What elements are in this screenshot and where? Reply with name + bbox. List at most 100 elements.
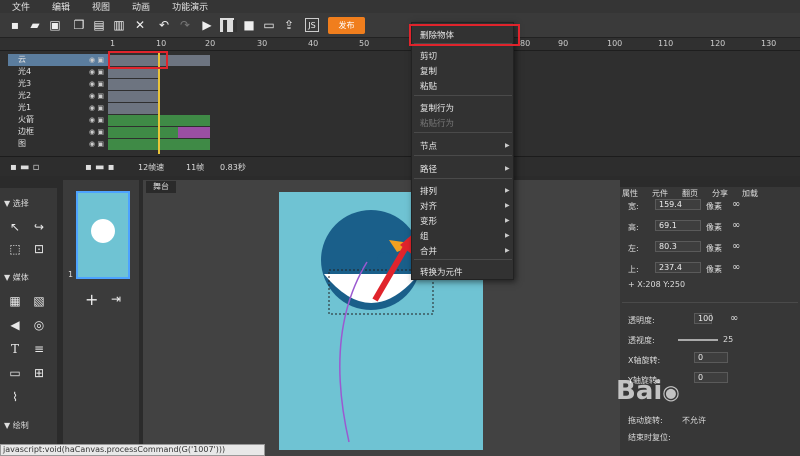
export-icon[interactable]: ⇪ xyxy=(282,18,296,32)
publish-button[interactable]: 发布 xyxy=(328,17,365,34)
eye-icon[interactable]: ◉ ▣ xyxy=(89,90,104,102)
menu-item-arrange[interactable]: 排列 xyxy=(420,185,437,197)
menu-separator xyxy=(414,95,512,96)
y-rotation-field[interactable]: 0 xyxy=(694,372,728,383)
stop-icon[interactable]: ■ xyxy=(242,18,256,32)
tab-load[interactable]: 加载 xyxy=(742,188,758,201)
menu-view[interactable]: 视图 xyxy=(92,0,110,13)
layer-row[interactable]: 云 ◉ ▣ xyxy=(8,54,108,66)
eye-icon[interactable]: ◉ ▣ xyxy=(89,78,104,90)
transform-tool-icon[interactable]: ⬚ xyxy=(8,242,22,256)
layer-row[interactable]: 光1 ◉ ▣ xyxy=(8,102,108,114)
paste-icon[interactable]: ▥ xyxy=(112,18,126,32)
eye-icon[interactable]: ◉ ▣ xyxy=(89,54,104,66)
menu-file[interactable]: 文件 xyxy=(12,0,30,13)
pause-icon[interactable]: ❚❚ xyxy=(220,18,240,32)
play-icon[interactable]: ▶ xyxy=(200,18,214,32)
layer-row[interactable]: 图 ◉ ▣ xyxy=(8,138,108,150)
eye-icon[interactable]: ◉ ▣ xyxy=(89,138,104,150)
layer-name: 火箭 xyxy=(18,115,34,124)
shape-tool-icon[interactable]: ▦ xyxy=(8,294,22,308)
cut-icon[interactable]: ▤ xyxy=(92,18,106,32)
current-frame: 11帧 xyxy=(186,163,205,172)
submenu-arrow-icon: ▶ xyxy=(505,247,510,254)
layer-row[interactable]: 边框 ◉ ▣ xyxy=(8,126,108,138)
preview-icon[interactable]: ▭ xyxy=(262,18,276,32)
add-page-icon[interactable]: + xyxy=(85,290,98,309)
open-icon[interactable]: ▰ xyxy=(28,18,42,32)
opacity-field[interactable]: 100 xyxy=(694,313,713,324)
stage-tab[interactable]: 舞台 xyxy=(146,181,176,193)
code-tool-icon[interactable]: ⊞ xyxy=(32,366,46,380)
link-icon[interactable]: ∞ xyxy=(732,220,740,231)
menu-edit[interactable]: 编辑 xyxy=(52,0,70,13)
image-tool-icon[interactable]: ▧ xyxy=(32,294,46,308)
menu-demo[interactable]: 功能演示 xyxy=(172,0,208,13)
layer-row[interactable]: 火箭 ◉ ▣ xyxy=(8,114,108,126)
frame-tools-icon[interactable]: ▪ ▬ ▪ xyxy=(85,162,114,173)
audio-tool-icon[interactable]: ◀ xyxy=(8,318,22,332)
page-thumbnail[interactable] xyxy=(76,191,130,279)
eye-icon[interactable]: ◉ ▣ xyxy=(89,126,104,138)
x-rotation-field[interactable]: 0 xyxy=(694,352,728,363)
x-rotation-label: X轴旋转: xyxy=(628,356,661,365)
layer-row[interactable]: 光3 ◉ ▣ xyxy=(8,78,108,90)
import-page-icon[interactable]: ⇥ xyxy=(111,292,121,306)
track-frames[interactable] xyxy=(108,79,160,90)
height-field[interactable]: 69.1 xyxy=(655,220,701,231)
eye-icon[interactable]: ◉ ▣ xyxy=(89,66,104,78)
link-icon[interactable]: ∞ xyxy=(732,262,740,273)
redo-icon[interactable]: ↷ xyxy=(178,18,192,32)
menu-item-align[interactable]: 对齐 xyxy=(420,200,437,212)
js-icon[interactable]: JS xyxy=(305,18,319,32)
menu-item-convert-to-symbol[interactable]: 转换为元件 xyxy=(420,266,463,278)
width-field[interactable]: 159.4 xyxy=(655,199,701,210)
track-frames[interactable] xyxy=(108,91,160,102)
link-icon[interactable]: ∞ xyxy=(732,199,740,210)
eye-icon[interactable]: ◉ ▣ xyxy=(89,114,104,126)
chart-tool-icon[interactable]: ⌇ xyxy=(8,390,22,404)
link-icon[interactable]: ∞ xyxy=(730,313,738,324)
height-unit: 像素 xyxy=(706,223,722,232)
text-tool-icon[interactable]: T xyxy=(8,342,22,356)
node-tool-icon[interactable]: ↪ xyxy=(32,220,46,234)
layer-row[interactable]: 光2 ◉ ▣ xyxy=(8,90,108,102)
menu-item-paste-behavior[interactable]: 粘贴行为 xyxy=(420,117,454,129)
link-icon[interactable]: ∞ xyxy=(732,241,740,252)
copy-icon[interactable]: ❐ xyxy=(72,18,86,32)
menu-item-transform[interactable]: 变形 xyxy=(420,215,437,227)
paragraph-tool-icon[interactable]: ≡ xyxy=(32,342,46,356)
track-frames[interactable] xyxy=(108,127,178,138)
undo-icon[interactable]: ↶ xyxy=(157,18,171,32)
new-file-icon[interactable]: ▪ xyxy=(8,18,22,32)
left-field[interactable]: 80.3 xyxy=(655,241,701,252)
delete-icon[interactable]: ✕ xyxy=(133,18,147,32)
tab-properties[interactable]: 属性 xyxy=(622,188,638,201)
menu-item-copy[interactable]: 复制 xyxy=(420,65,437,77)
top-field[interactable]: 237.4 xyxy=(655,262,701,273)
menu-animation[interactable]: 动画 xyxy=(132,0,150,13)
tools-section-media: ▼ 媒体 xyxy=(4,273,29,282)
tab-share[interactable]: 分享 xyxy=(712,188,728,201)
add-layer-icon[interactable]: ▪ ▬ ▫ xyxy=(10,162,39,173)
video-tool-icon[interactable]: ◎ xyxy=(32,318,46,332)
frame-tool-icon[interactable]: ▭ xyxy=(8,366,22,380)
menu-item-copy-behavior[interactable]: 复制行为 xyxy=(420,102,454,114)
eye-icon[interactable]: ◉ ▣ xyxy=(89,102,104,114)
menu-item-node[interactable]: 节点 xyxy=(420,140,437,152)
timeline-ruler[interactable]: 1 10 20 30 40 50 60 70 80 90 100 110 120… xyxy=(0,38,800,51)
layer-row[interactable]: 光4 ◉ ▣ xyxy=(8,66,108,78)
menu-item-merge[interactable]: 合并 xyxy=(420,245,437,257)
layer-name: 光2 xyxy=(18,91,32,100)
track-frames[interactable] xyxy=(178,127,210,138)
crop-tool-icon[interactable]: ⊡ xyxy=(32,242,46,256)
menu-item-path[interactable]: 路径 xyxy=(420,163,437,175)
arrow-tool-icon[interactable]: ↖ xyxy=(8,220,22,234)
perspective-slider[interactable] xyxy=(678,339,718,341)
drag-rotate-value[interactable]: 不允许 xyxy=(682,415,706,426)
menu-item-paste[interactable]: 粘贴 xyxy=(420,80,437,92)
save-icon[interactable]: ▣ xyxy=(48,18,62,32)
menu-item-group[interactable]: 组 xyxy=(420,230,429,242)
menu-item-cut[interactable]: 剪切 xyxy=(420,50,437,62)
track-frames[interactable] xyxy=(108,103,160,114)
